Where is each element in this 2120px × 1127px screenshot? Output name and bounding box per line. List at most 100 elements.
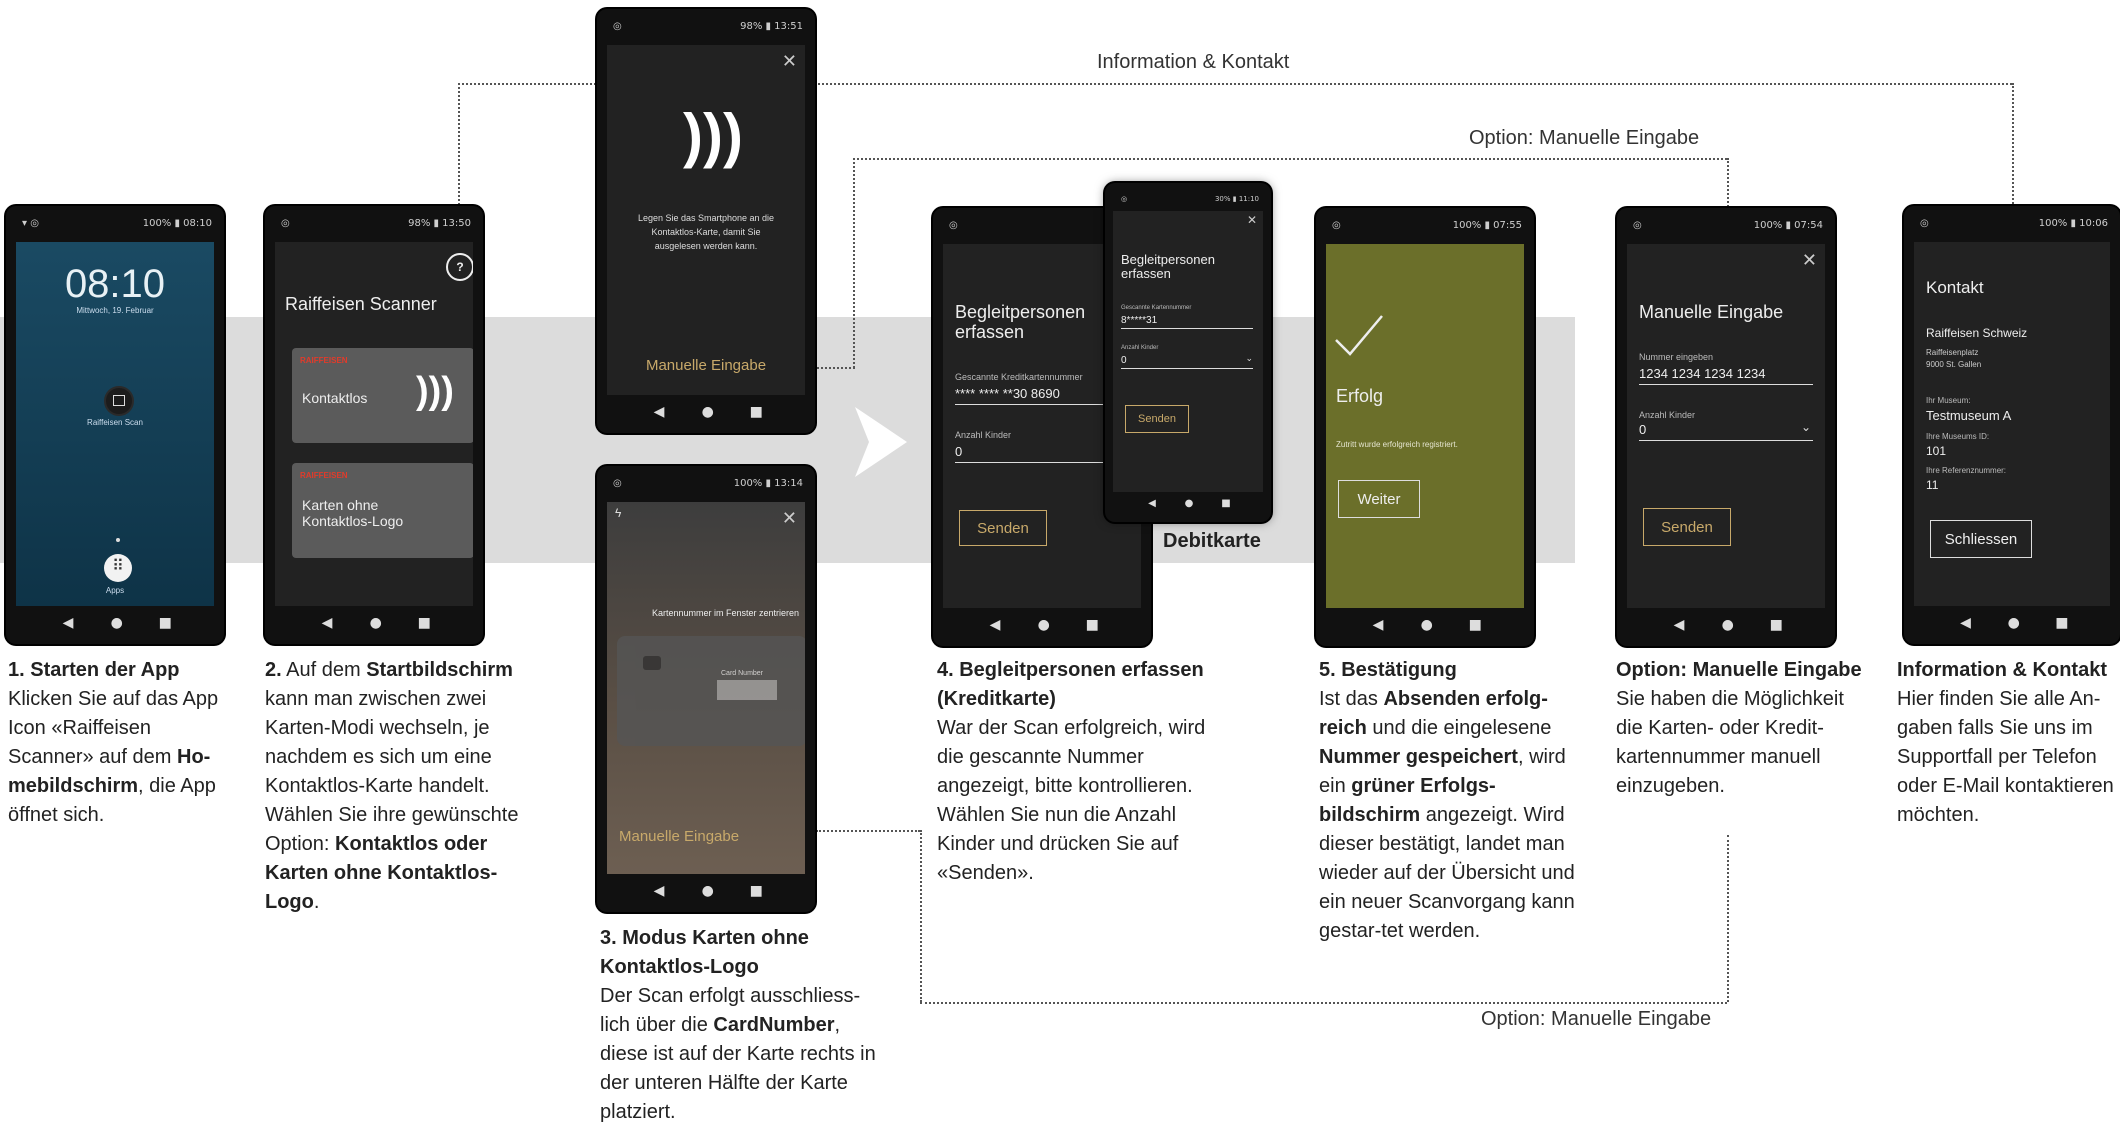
contactless-icon: ))) (683, 102, 743, 169)
back-icon[interactable]: ◀ (1674, 617, 1685, 633)
phone-card-scan: ◎ 100% ▮ 13:14 ϟ ✕ Kartennummer im Fenste… (597, 466, 815, 912)
success-message: Zutritt wurde erfolgreich registriert. (1336, 440, 1458, 449)
kids-value[interactable]: 0 (955, 444, 962, 459)
apps-icon[interactable]: ⠿ (104, 554, 132, 582)
close-icon[interactable]: ✕ (1802, 250, 1817, 271)
recents-icon[interactable]: ■ (1770, 617, 1783, 633)
recents-icon[interactable]: ■ (2055, 615, 2068, 631)
nav-bar: ◀ ● ■ (6, 606, 224, 644)
kids-value[interactable]: 0 (1639, 422, 1646, 437)
status-bar: ◎ 98% ▮ 13:51 (613, 21, 803, 32)
flash-icon[interactable]: ϟ (615, 506, 621, 520)
reference-value: 11 (1926, 478, 1939, 492)
home-icon[interactable]: ● (1038, 617, 1050, 633)
info-contact-label: Information & Kontakt (1097, 51, 1290, 73)
chevron-down-icon[interactable]: ⌄ (1245, 353, 1253, 364)
scan-hint: Kartennummer im Fenster zentrieren (651, 608, 799, 618)
card-brand: RAIFFEISEN (300, 471, 348, 480)
back-icon[interactable]: ◀ (63, 615, 74, 631)
card-number-label: Gescannte Kartennummer (1121, 305, 1192, 311)
send-button[interactable]: Senden (959, 510, 1047, 546)
recents-icon[interactable]: ■ (418, 615, 431, 631)
screen-title: Manuelle Eingabe (1639, 302, 1784, 322)
home-icon[interactable]: ● (2008, 615, 2020, 631)
screen-title: Begleitpersonen erfassen (955, 302, 1086, 342)
back-icon[interactable]: ◀ (1373, 617, 1384, 633)
close-icon[interactable]: ✕ (1247, 213, 1257, 227)
back-icon[interactable]: ◀ (990, 617, 1001, 633)
close-icon[interactable]: ✕ (782, 51, 797, 72)
back-icon[interactable]: ◀ (654, 404, 665, 420)
phone-manual-entry: ◎ 100% ▮ 07:54 ✕ Manuelle Eingabe Nummer … (1617, 208, 1835, 646)
recents-icon[interactable]: ■ (159, 615, 172, 631)
museum-id-label: Ihre Museums ID: (1926, 432, 1990, 441)
home-icon[interactable]: ● (702, 883, 714, 899)
recents-icon[interactable]: ■ (1469, 617, 1482, 633)
raiffeisen-scanner-app-icon[interactable] (104, 386, 134, 416)
recents-icon[interactable]: ■ (750, 404, 763, 420)
next-button[interactable]: Weiter (1338, 480, 1420, 518)
close-button[interactable]: Schliessen (1930, 520, 2032, 558)
card-brand: RAIFFEISEN (300, 356, 348, 365)
clock: 08:10 (64, 262, 166, 306)
info-connector-right (2012, 83, 2014, 208)
checkmark-icon (1335, 315, 1383, 356)
home-icon[interactable]: ● (1421, 617, 1433, 633)
recents-icon[interactable]: ■ (1221, 498, 1230, 509)
date: Mittwoch, 19. Februar (76, 306, 154, 315)
nav-bar: ◀ ● ■ (933, 608, 1151, 646)
manual-entry-link[interactable]: Manuelle Eingabe (619, 828, 739, 845)
manual-bottom-line (920, 1002, 1727, 1004)
card-number-label: Gescannte Kreditkartennummer (955, 372, 1083, 382)
street: Raiffeisenplatz (1926, 348, 1979, 357)
home-icon[interactable]: ● (1185, 498, 1194, 509)
nav-bar: ◀ ● ■ (1904, 606, 2120, 644)
back-icon[interactable]: ◀ (1960, 615, 1971, 631)
phone-contactless-scan: ◎ 98% ▮ 13:51 ✕ ))) Legen Sie das Smartph… (597, 9, 815, 433)
home-icon[interactable]: ● (111, 615, 123, 631)
manual-entry-link[interactable]: Manuelle Eingabe (607, 357, 805, 374)
apps-label: Apps (105, 586, 125, 595)
back-icon[interactable]: ◀ (1148, 498, 1156, 509)
back-icon[interactable]: ◀ (322, 615, 333, 631)
send-button[interactable]: Senden (1125, 405, 1189, 433)
no-contactless-card[interactable]: RAIFFEISEN Karten ohne Kontaktlos-Logo (292, 463, 473, 558)
page-dot (116, 538, 120, 542)
help-button[interactable]: ? (446, 253, 473, 281)
kids-label: Anzahl Kinder (1121, 345, 1159, 351)
number-input[interactable]: 1234 1234 1234 1234 (1639, 366, 1766, 381)
home-icon[interactable]: ● (702, 404, 714, 420)
caption-step-4: 4. Begleitpersonen erfassen (Kreditkarte… (937, 659, 1206, 884)
kids-label: Anzahl Kinder (955, 430, 1012, 440)
org-name: Raiffeisen Schweiz (1926, 326, 2028, 340)
close-icon[interactable]: ✕ (782, 508, 797, 529)
card-preview: Card Number (617, 636, 805, 746)
scan-message: Legen Sie das Smartphone an die Kontaktl… (637, 213, 775, 251)
card-label: Karten ohne Kontaktlos-Logo (302, 497, 404, 529)
nav-bar: ◀ ● ■ (597, 874, 815, 912)
caption-step-2: 2. Auf dem Startbildschirm kann man zwis… (265, 659, 519, 913)
number-label: Nummer eingeben (1639, 352, 1714, 362)
status-bar: ◎ 100% ▮ 10:06 (1920, 218, 2108, 229)
send-button[interactable]: Senden (1643, 508, 1731, 546)
card-number-value: 8*****31 (1121, 315, 1158, 326)
app-title: Raiffeisen Scanner (285, 294, 437, 314)
caption-step-5: 5. Bestätigung Ist das Absenden erfolg-re… (1319, 659, 1575, 942)
manual-bottom-label: Option: Manuelle Eingabe (1481, 1008, 1712, 1030)
recents-icon[interactable]: ■ (750, 883, 763, 899)
kids-value[interactable]: 0 (1121, 355, 1127, 366)
back-icon[interactable]: ◀ (654, 883, 665, 899)
contactless-card[interactable]: RAIFFEISEN Kontaktlos ))) (292, 348, 473, 443)
nav-bar: ◀ ● ■ (1316, 608, 1534, 646)
manual-top-label: Option: Manuelle Eingabe (1469, 127, 1700, 149)
manual-bottom-stub (816, 830, 920, 832)
nav-bar: ◀ ● ■ (1617, 608, 1835, 646)
phone-debit-result: ◎ 30% ▮ 11:10 ✕ Begleitpersonen erfassen … (1105, 183, 1271, 522)
phone-home-screen: ▾ ◎ 100% ▮ 08:10 08:10 Mittwoch, 19. Febr… (6, 206, 224, 644)
home-icon[interactable]: ● (370, 615, 382, 631)
manual-bottom-right (1727, 835, 1729, 1002)
home-icon[interactable]: ● (1722, 617, 1734, 633)
museum-value: Testmuseum A (1926, 408, 2012, 423)
chevron-down-icon[interactable]: ⌄ (1801, 420, 1811, 434)
recents-icon[interactable]: ■ (1086, 617, 1099, 633)
